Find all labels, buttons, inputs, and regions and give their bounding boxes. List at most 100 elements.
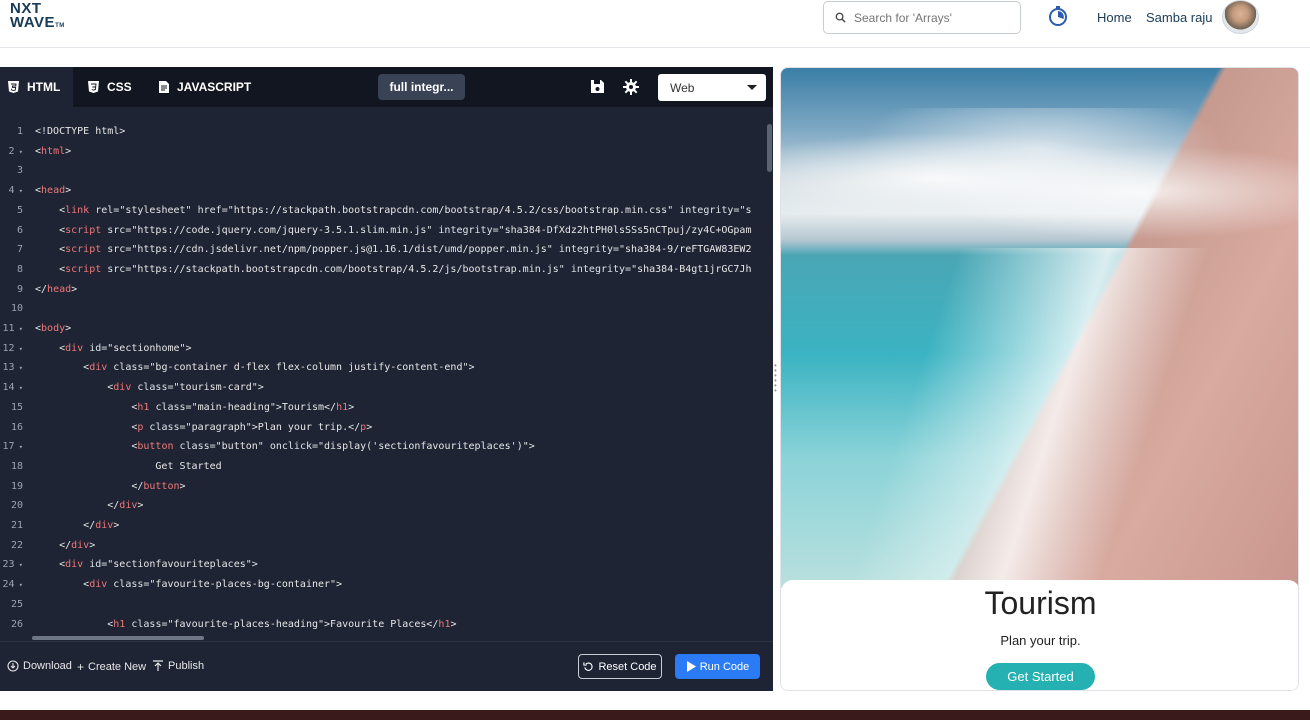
fold-arrow-icon[interactable]: ▾ (15, 325, 23, 333)
download-icon (7, 660, 19, 672)
code-line[interactable]: 12 ▾ <div id="sectionhome"> (0, 339, 770, 359)
download-button[interactable]: Download (7, 660, 72, 672)
code-line[interactable]: 4 ▾ <head> (0, 181, 770, 201)
line-number: 18 (10, 460, 23, 472)
logo-tm: TM (55, 23, 65, 29)
horizontal-scrollbar[interactable] (32, 636, 204, 640)
code-text: <html> (35, 145, 72, 157)
code-line[interactable]: 3 (0, 161, 770, 181)
code-text: </div> (35, 520, 120, 531)
search-icon (835, 12, 846, 23)
code-line[interactable]: 17 ▾ <button class="button" onclick="dis… (0, 437, 770, 457)
code-text: <div id="sectionhome"> (35, 342, 192, 354)
line-number: 2 ▾ (8, 145, 23, 157)
line-number: 3 (16, 165, 23, 177)
code-line[interactable]: 5 <link rel="stylesheet" href="https://s… (0, 201, 770, 221)
css3-icon (88, 81, 99, 93)
line-number: 12 ▾ (2, 342, 23, 354)
code-area[interactable]: 1 <!DOCTYPE html> 2 ▾ <html> 3 4 ▾ <head> 5 <li… (0, 122, 770, 639)
code-line[interactable]: 6 <script src="https://code.jquery.com/j… (0, 221, 770, 241)
code-line[interactable]: 1 <!DOCTYPE html> (0, 122, 770, 142)
publish-button[interactable]: Publish (152, 660, 204, 672)
streak-timer-icon[interactable] (1047, 5, 1069, 32)
vertical-scrollbar[interactable] (767, 124, 772, 172)
code-line[interactable]: 19 </button> (0, 477, 770, 497)
line-number: 1 (16, 126, 23, 137)
tab-javascript[interactable]: JAVASCRIPT (159, 67, 251, 107)
fold-arrow-icon[interactable]: ▾ (15, 443, 23, 451)
search-box[interactable] (823, 1, 1021, 34)
code-line[interactable]: 9 </head> (0, 280, 770, 300)
code-text: <div class="tourism-card"> (35, 382, 264, 394)
code-text: <div class="bg-container d-flex flex-col… (35, 362, 475, 374)
view-mode-value: Web (670, 80, 695, 95)
run-code-button[interactable]: Run Code (675, 654, 760, 679)
code-line[interactable]: 24 ▾ <div class="favourite-places-bg-con… (0, 575, 770, 595)
code-line[interactable]: 2 ▾ <html> (0, 142, 770, 162)
line-number: 21 (10, 520, 23, 531)
beach-background-image (781, 68, 1298, 608)
chevron-down-icon (747, 85, 757, 90)
fold-arrow-icon[interactable]: ▾ (15, 581, 23, 589)
search-input[interactable] (854, 10, 1014, 25)
code-line[interactable]: 16 <p class="paragraph">Plan your trip.<… (0, 418, 770, 438)
code-line[interactable]: 23 ▾ <div id="sectionfavouriteplaces"> (0, 555, 770, 575)
file-name-chip[interactable]: full integr... (378, 74, 465, 100)
fold-arrow-icon[interactable]: ▾ (15, 561, 23, 569)
html5-icon (8, 81, 19, 93)
code-line[interactable]: 20 </div> (0, 496, 770, 516)
code-line[interactable]: 25 (0, 595, 770, 615)
code-line[interactable]: 21 </div> (0, 516, 770, 536)
fold-arrow-icon[interactable]: ▾ (15, 345, 23, 353)
fold-arrow-icon[interactable]: ▾ (15, 187, 23, 195)
resize-handle[interactable]: • • • • • • (774, 362, 777, 395)
settings-gear-icon[interactable] (623, 79, 639, 100)
tab-css[interactable]: CSS (88, 67, 132, 107)
line-number: 6 (16, 224, 23, 236)
nav-home-link[interactable]: Home (1097, 10, 1132, 25)
line-number: 25 (10, 598, 23, 610)
code-line[interactable]: 10 (0, 299, 770, 319)
code-line[interactable]: 11 ▾ <body> (0, 319, 770, 339)
code-line[interactable]: 8 <script src="https://stackpath.bootstr… (0, 260, 770, 280)
code-line[interactable]: 13 ▾ <div class="bg-container d-flex fle… (0, 358, 770, 378)
code-line[interactable]: 14 ▾ <div class="tourism-card"> (0, 378, 770, 398)
tab-html[interactable]: HTML (0, 67, 73, 107)
view-mode-select[interactable]: Web (658, 74, 766, 101)
logo-line-2: WAVE (10, 14, 56, 31)
create-new-button[interactable]: + Create New (77, 660, 146, 674)
code-text: </head> (35, 283, 78, 295)
top-navbar: NXT WAVETM Home Samba raju (0, 0, 1310, 48)
save-icon[interactable] (590, 79, 605, 99)
main-heading: Tourism (984, 585, 1097, 621)
code-text: <div id="sectionfavouriteplaces"> (35, 559, 258, 571)
code-text: Get Started (35, 460, 222, 472)
code-text: <link rel="stylesheet" href="https://sta… (35, 204, 752, 216)
code-text: <head> (35, 185, 72, 197)
get-started-button[interactable]: Get Started (986, 663, 1095, 690)
avatar[interactable] (1222, 0, 1259, 34)
fold-arrow-icon[interactable]: ▾ (15, 384, 23, 392)
line-number: 17 ▾ (2, 441, 23, 453)
code-line[interactable]: 7 <script src="https://cdn.jsdelivr.net/… (0, 240, 770, 260)
fold-arrow-icon[interactable]: ▾ (15, 148, 23, 156)
line-number: 10 (10, 303, 23, 315)
line-number: 15 (10, 401, 23, 413)
user-name[interactable]: Samba raju (1146, 10, 1212, 25)
output-preview: Tourism Plan your trip. Get Started (780, 67, 1299, 691)
code-text: <h1 class="favourite-places-heading">Fav… (35, 618, 457, 630)
code-text: <body> (35, 323, 72, 334)
line-number: 4 ▾ (8, 185, 23, 197)
surf-foam (842, 248, 1210, 608)
code-line[interactable]: 15 <h1 class="main-heading">Tourism</h1> (0, 398, 770, 418)
code-line[interactable]: 26 <h1 class="favourite-places-heading">… (0, 615, 770, 635)
fold-arrow-icon[interactable]: ▾ (15, 364, 23, 372)
code-line[interactable]: 18 Get Started (0, 457, 770, 477)
code-line[interactable]: 22 </div> (0, 536, 770, 556)
code-text: <button class="button" onclick="display(… (35, 441, 535, 453)
reset-code-button[interactable]: Reset Code (578, 654, 662, 679)
line-number: 11 ▾ (2, 323, 23, 334)
tab-css-label: CSS (107, 80, 132, 94)
line-number: 26 (10, 618, 23, 630)
nxtwave-logo[interactable]: NXT WAVETM (10, 1, 65, 33)
